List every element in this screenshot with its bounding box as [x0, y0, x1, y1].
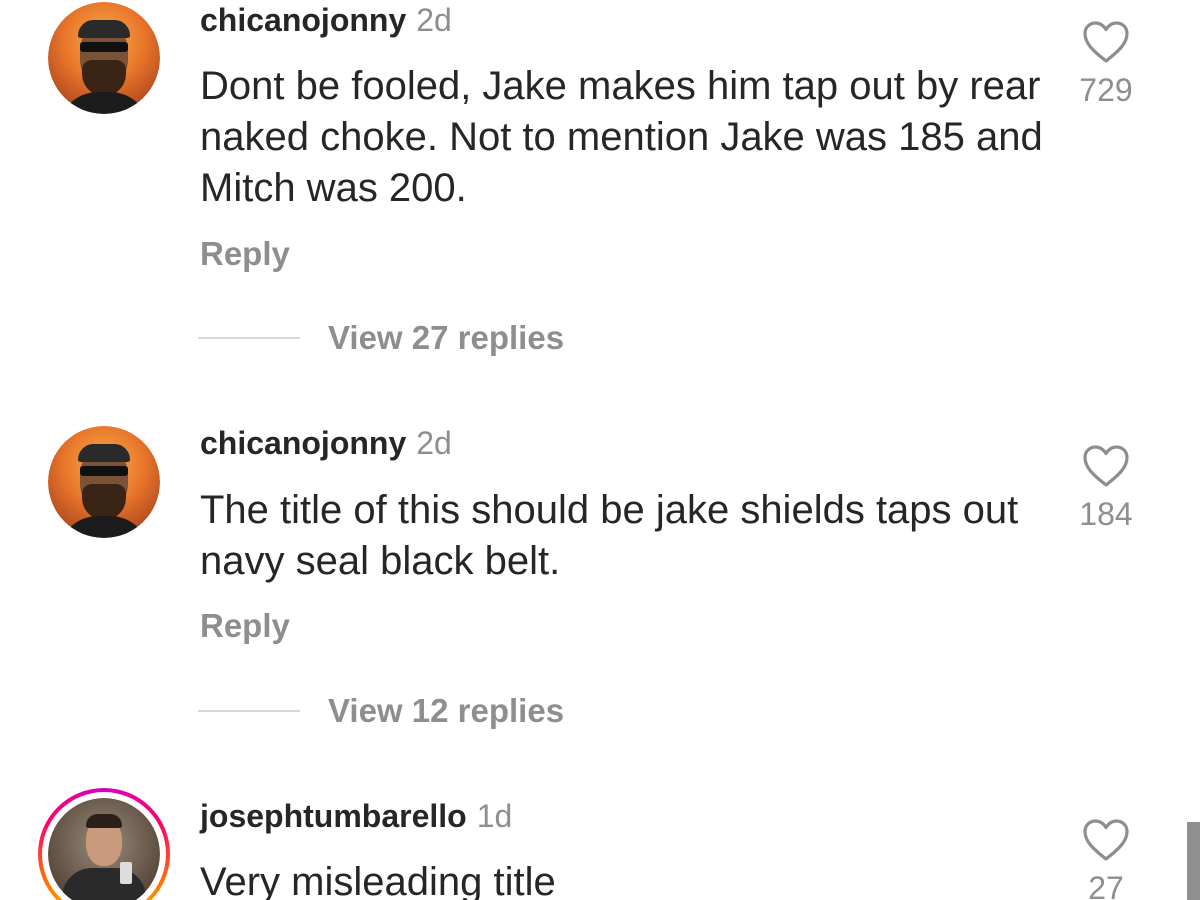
comment-username[interactable]: josephtumbarello	[200, 798, 467, 834]
comment-time: 2d	[416, 425, 452, 461]
heart-outline-icon[interactable]	[1082, 20, 1130, 64]
avatar[interactable]	[48, 2, 160, 114]
comment-text: Very misleading title	[200, 860, 556, 900]
comment-text: The title of this should be jake shields…	[200, 488, 1019, 583]
view-replies-button[interactable]: View 27 replies	[198, 318, 564, 358]
heart-outline-icon[interactable]	[1082, 444, 1130, 488]
like-control: 27	[1060, 818, 1152, 900]
view-replies-button[interactable]: View 12 replies	[198, 691, 564, 731]
heart-outline-icon[interactable]	[1082, 818, 1130, 862]
like-count: 184	[1079, 496, 1133, 532]
like-count: 729	[1079, 72, 1133, 108]
comment-text: Dont be fooled, Jake makes him tap out b…	[200, 64, 1043, 210]
story-ring[interactable]	[38, 788, 170, 900]
comment-username[interactable]: chicanojonny	[200, 425, 406, 461]
view-replies-label: View 12 replies	[328, 692, 565, 729]
like-control: 729	[1060, 20, 1152, 110]
replies-divider	[198, 337, 300, 339]
replies-divider	[198, 710, 300, 712]
scrollbar[interactable]	[1187, 822, 1200, 900]
comment-header: chicanojonny 2d	[200, 0, 452, 40]
like-count: 27	[1088, 870, 1124, 900]
view-replies-label: View 27 replies	[328, 319, 565, 356]
reply-button[interactable]: Reply	[200, 606, 290, 646]
comments-screen: chicanojonny 2d Dont be fooled, Jake make…	[0, 0, 1200, 900]
comment-header: josephtumbarello 1d	[200, 796, 512, 836]
avatar[interactable]	[48, 426, 160, 538]
avatar	[48, 798, 160, 900]
reply-button[interactable]: Reply	[200, 234, 290, 274]
like-control: 184	[1060, 444, 1152, 534]
comment-time: 1d	[476, 798, 513, 834]
comment-time: 2d	[416, 2, 452, 38]
comment-username[interactable]: chicanojonny	[200, 2, 406, 38]
comment-header: chicanojonny 2d	[200, 423, 452, 463]
